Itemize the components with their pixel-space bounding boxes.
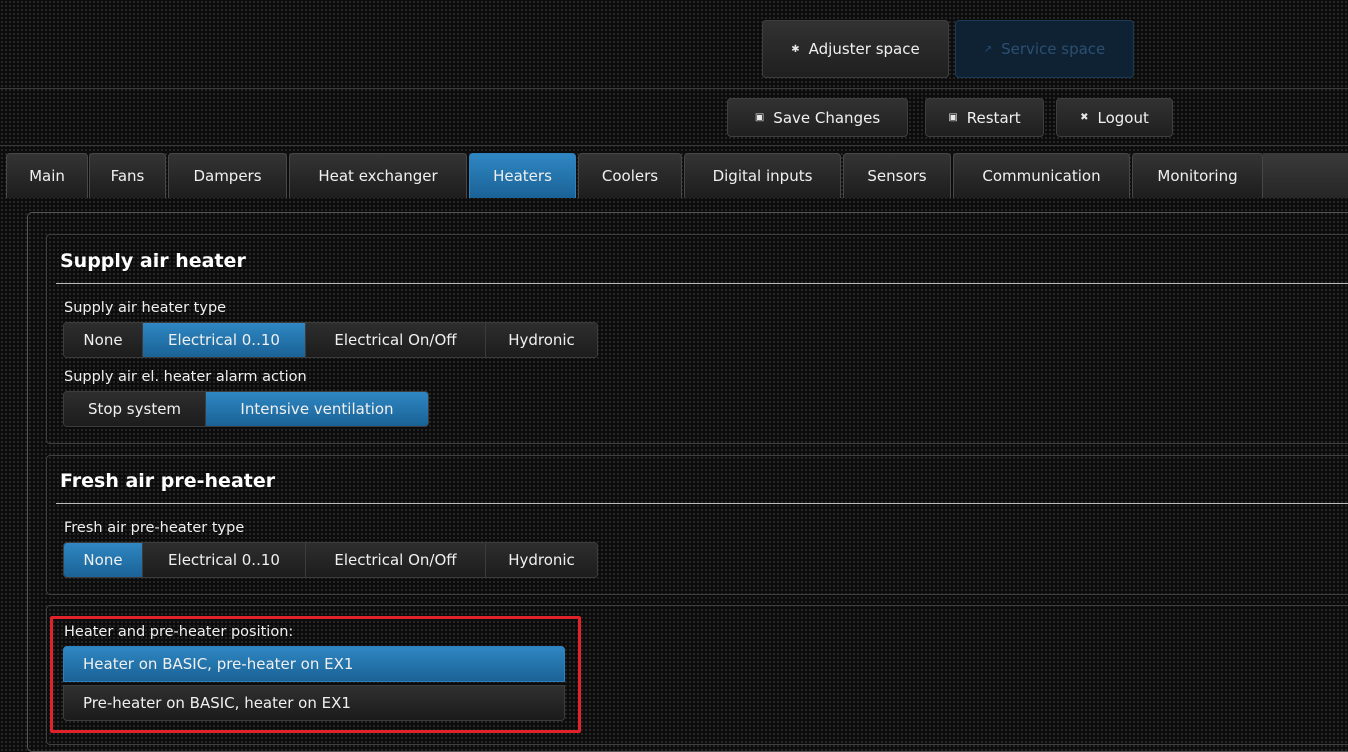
fresh-pre-heater-type-selector: None Electrical 0..10 Electrical On/Off …	[63, 542, 598, 578]
supply-alarm-action-selector: Stop system Intensive ventilation	[63, 391, 429, 427]
tab-sensors[interactable]: Sensors	[843, 153, 951, 198]
fresh-type-electrical-onoff[interactable]: Electrical On/Off	[306, 543, 486, 577]
adjuster-space-label: Adjuster space	[808, 40, 920, 58]
tab-main[interactable]: Main	[6, 153, 88, 198]
adjuster-space-button[interactable]: ✱ Adjuster space	[762, 20, 949, 78]
tab-communication[interactable]: Communication	[953, 153, 1130, 198]
gear-icon: ✱	[791, 43, 800, 55]
fresh-type-none[interactable]: None	[64, 543, 143, 577]
supply-type-none[interactable]: None	[64, 323, 143, 357]
fresh-title-rule	[56, 503, 1348, 504]
supply-type-electrical-010[interactable]: Electrical 0..10	[143, 323, 306, 357]
logout-icon: ✖	[1080, 112, 1089, 123]
supply-heater-type-label: Supply air heater type	[64, 300, 227, 316]
tab-heaters[interactable]: Heaters	[469, 153, 576, 198]
logout-button[interactable]: ✖ Logout	[1056, 98, 1173, 137]
restart-icon: ▣	[948, 112, 958, 123]
supply-alarm-action-label: Supply air el. heater alarm action	[64, 369, 307, 385]
tab-fans[interactable]: Fans	[89, 153, 166, 198]
tab-monitoring[interactable]: Monitoring	[1132, 153, 1263, 198]
supply-type-electrical-onoff[interactable]: Electrical On/Off	[306, 323, 486, 357]
fresh-type-electrical-010[interactable]: Electrical 0..10	[143, 543, 306, 577]
header-divider-bottom	[0, 145, 1348, 146]
header-divider-top	[0, 88, 1348, 89]
supply-title-rule	[56, 283, 1348, 284]
restart-label: Restart	[966, 108, 1021, 127]
save-icon: ▣	[754, 112, 765, 123]
tab-dampers[interactable]: Dampers	[168, 153, 287, 198]
service-space-label: Service space	[1001, 40, 1106, 58]
wrench-icon: ↗	[983, 43, 993, 55]
highlight-annotation-box	[50, 616, 581, 733]
service-space-button[interactable]: ↗ Service space	[955, 20, 1134, 78]
alarm-intensive-ventilation[interactable]: Intensive ventilation	[206, 392, 428, 426]
save-changes-label: Save Changes	[773, 108, 881, 127]
fresh-pre-heater-type-label: Fresh air pre-heater type	[64, 520, 245, 536]
restart-button[interactable]: ▣ Restart	[925, 98, 1044, 137]
supply-type-hydronic[interactable]: Hydronic	[486, 323, 597, 357]
tab-heat-exchanger[interactable]: Heat exchanger	[289, 153, 467, 198]
supply-heater-type-selector: None Electrical 0..10 Electrical On/Off …	[63, 322, 598, 358]
logout-label: Logout	[1097, 108, 1149, 127]
save-changes-button[interactable]: ▣ Save Changes	[727, 98, 908, 137]
fresh-type-hydronic[interactable]: Hydronic	[486, 543, 597, 577]
fresh-air-pre-heater-title: Fresh air pre-heater	[60, 470, 276, 492]
tab-digital-inputs[interactable]: Digital inputs	[684, 153, 841, 198]
supply-air-heater-title: Supply air heater	[60, 250, 246, 272]
tab-bar-filler	[1263, 153, 1348, 198]
alarm-stop-system[interactable]: Stop system	[64, 392, 206, 426]
tab-coolers[interactable]: Coolers	[578, 153, 682, 198]
